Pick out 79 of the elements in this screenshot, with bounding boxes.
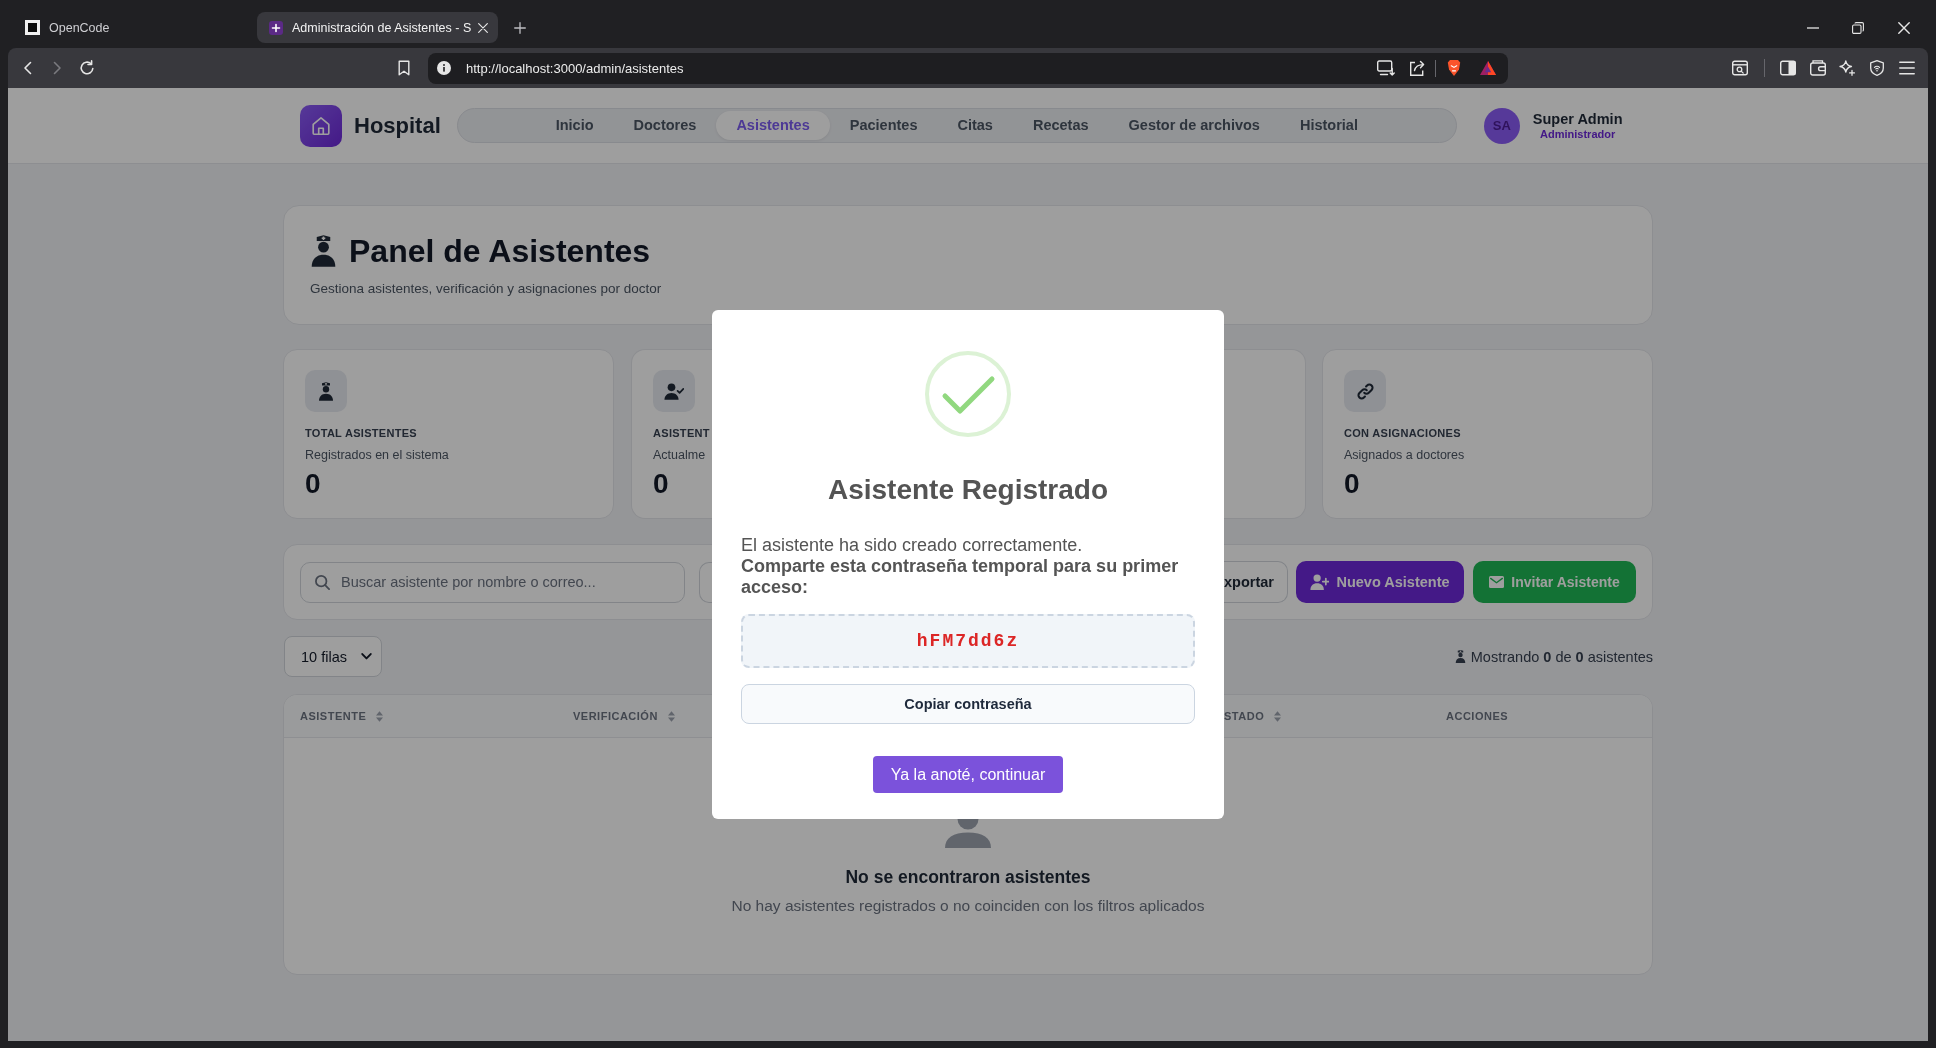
page-subtitle: Gestiona asistentes, verificación y asignaciones por doctor [310,280,663,298]
stat-caption: Asignados a doctores [1344,447,1466,464]
nav-link[interactable]: Gestor de archivos [1108,111,1280,140]
chevron-down-icon [361,653,372,660]
rows-select[interactable]: 10 filas [284,636,382,677]
bookmark-icon[interactable] [398,60,410,76]
result-count: Mostrando 0 de 0 asistentes [1470,648,1653,665]
plus-icon[interactable] [514,21,526,34]
stat-value: 0 [305,468,322,500]
brand-name: Hospital [354,112,441,139]
nav-link[interactable]: Pacientes [829,111,938,140]
person-icon [945,819,991,848]
invite-button[interactable]: Invitar Asistente [1473,561,1636,603]
sort-icon [1274,710,1282,722]
share-icon[interactable] [1409,60,1425,76]
restore-icon[interactable] [1852,21,1864,34]
reload-icon[interactable] [79,60,95,76]
new-assistant-button[interactable]: Nuevo Asistente [1296,561,1464,603]
user-check-icon [653,370,695,412]
browser-tab[interactable]: Administración de Asistentes - S [257,12,498,43]
user-name: Super Admin [1532,110,1623,128]
dialog-title: Asistente Registrado [827,473,1109,507]
user-plus-icon [1310,574,1330,590]
link-icon [1344,370,1386,412]
copy-password-button[interactable]: Copiar contraseña [741,684,1195,724]
dialog-message: El asistente ha sido creado correctamente. [741,535,1084,556]
nav-link[interactable]: Asistentes [716,111,830,140]
search-field[interactable]: Buscar asistente por nombre o correo... [300,561,685,603]
browser-tab[interactable]: OpenCode [13,12,254,43]
square-icon [25,20,40,35]
stat-value: 0 [653,468,670,500]
nav-link[interactable]: Historial [1279,111,1378,140]
address-field[interactable]: http://localhost:3000/admin/asistentes [428,52,1508,84]
nurse-icon [310,235,337,267]
lion-shield-icon[interactable] [1447,60,1461,76]
nurse-icon [1454,650,1466,663]
column-header[interactable]: VERIFICACIÓN [556,695,712,737]
wallet-icon[interactable] [1810,60,1826,76]
stat-label: ASISTENT [653,426,711,441]
envelope-icon [1489,576,1505,588]
export-button[interactable]: xportar [1224,561,1288,603]
nav-link[interactable]: Doctores [613,111,717,140]
column-header[interactable]: ASISTENTE [284,695,556,737]
page-title: Panel de Asistentes [349,232,651,271]
dialog-instruction: Comparte esta contraseña temporal para su primer acceso: [741,556,1180,598]
monitor-arrow-icon[interactable] [1377,60,1395,76]
user-role: Administrador [1539,127,1617,141]
close-icon[interactable] [478,22,488,33]
empty-title: No se encontraron asistentes [844,866,1092,889]
home-icon[interactable] [300,104,342,147]
stat-value: 0 [1344,468,1361,500]
nav-link[interactable]: Citas [937,111,1013,140]
stat-label: TOTAL ASISTENTES [305,426,418,441]
sort-icon [667,710,675,722]
menu-icon[interactable] [1899,61,1915,75]
column-header[interactable]: STADO [1224,695,1446,737]
column-header: ACCIONES [1446,709,1510,724]
info-icon[interactable] [437,61,451,75]
triangle-icon[interactable] [1480,61,1496,75]
window-search-icon[interactable] [1732,60,1748,76]
nav-link[interactable]: Recetas [1012,111,1109,140]
close-icon[interactable] [1898,21,1910,34]
stat-caption: Actualme [653,447,707,464]
stat-label: CON ASIGNACIONES [1344,426,1462,441]
search-icon [315,574,330,590]
password-display: hFM7dd6z [741,614,1195,668]
confirm-button[interactable]: Ya la anoté, continuar [873,756,1063,793]
check-circle-icon [925,351,1011,437]
sidebar-icon[interactable] [1780,60,1796,76]
filter-field[interactable] [699,561,712,603]
nurse-icon [305,370,347,412]
stat-caption: Registrados en el sistema [305,447,450,464]
shield-icon[interactable] [1870,60,1884,76]
nav-link[interactable]: Inicio [535,111,614,140]
plus-square-icon [269,20,283,35]
sort-icon [376,710,384,722]
sparkle-icon[interactable] [1839,60,1855,76]
empty-message: No hay asistentes registrados o no coinciden con los filtros aplicados [730,896,1206,916]
minimize-icon[interactable] [1807,26,1819,29]
